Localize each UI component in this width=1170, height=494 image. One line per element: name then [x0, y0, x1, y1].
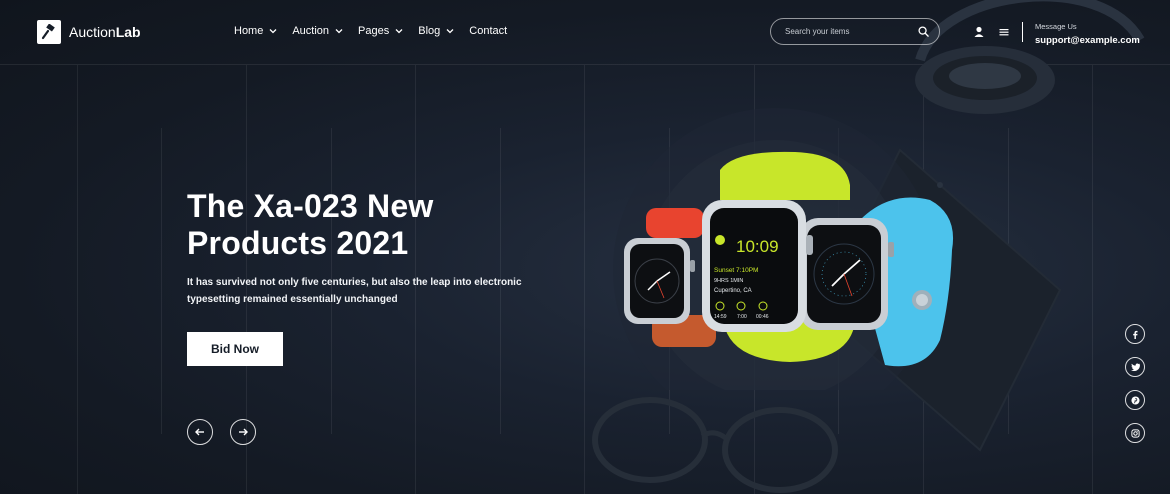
product-watches-image: 10:09 Sunset 7:10PM 9HRS 1MIN Cupertino,…: [613, 108, 954, 390]
watch-event: Sunset 7:10PM: [714, 267, 758, 274]
grid-line: [77, 65, 78, 494]
contact-block: Message Us support@example.com: [1035, 22, 1140, 46]
twitter-button[interactable]: [1125, 357, 1145, 377]
instagram-button[interactable]: [1125, 423, 1145, 443]
brand-logo[interactable]: AuctionLab: [37, 20, 141, 44]
nav-item-label: Pages: [358, 25, 390, 37]
arrow-right-icon: [239, 428, 248, 436]
hero-description: It has survived not only five centuries,…: [187, 277, 522, 305]
pinterest-icon: [1130, 395, 1140, 405]
chevron-down-icon: [395, 29, 403, 34]
pinterest-button[interactable]: [1125, 390, 1145, 410]
next-slide-button[interactable]: [230, 419, 256, 445]
main-nav: Home Auction Pages Blog Contact: [234, 25, 521, 37]
brand-name: AuctionLab: [69, 24, 141, 40]
prev-slide-button[interactable]: [187, 419, 213, 445]
gavel-icon: [37, 20, 61, 44]
contact-email[interactable]: support@example.com: [1035, 35, 1140, 46]
bid-now-button[interactable]: Bid Now: [187, 332, 283, 366]
nav-item-label: Auction: [292, 25, 330, 37]
chevron-down-icon: [269, 29, 277, 34]
header-divider: [1022, 22, 1023, 42]
menu-icon[interactable]: [998, 26, 1010, 38]
chevron-down-icon: [335, 29, 343, 34]
nav-item-blog[interactable]: Blog: [418, 25, 455, 37]
contact-label: Message Us: [1035, 22, 1077, 31]
instagram-icon: [1130, 428, 1140, 438]
watch-complication: 7:00: [737, 314, 747, 320]
arrow-left-icon: [195, 428, 204, 436]
watch-time: 10:09: [736, 237, 779, 256]
grid-line: [1092, 65, 1093, 494]
nav-item-home[interactable]: Home: [234, 25, 278, 37]
nav-item-label: Blog: [418, 25, 441, 37]
hero-title: The Xa-023 New Products 2021: [187, 188, 434, 261]
search-icon[interactable]: [918, 26, 929, 37]
nav-item-label: Home: [234, 25, 264, 37]
nav-item-label: Contact: [469, 25, 508, 37]
watch-complication: 14:59: [714, 314, 727, 320]
sunglasses-decor: [592, 397, 838, 493]
watch-complication: 00:46: [756, 314, 769, 320]
watch-location: Cupertino, CA: [714, 288, 752, 294]
nav-item-auction[interactable]: Auction: [292, 25, 344, 37]
nav-item-contact[interactable]: Contact: [469, 25, 507, 37]
search-input[interactable]: [783, 26, 918, 37]
hero-section: AuctionLab Home Auction Pages Blog Conta…: [0, 0, 1170, 494]
search-box: [770, 18, 940, 45]
chevron-down-icon: [446, 29, 454, 34]
user-icon[interactable]: [973, 26, 985, 38]
watch-duration: 9HRS 1MIN: [714, 278, 743, 284]
facebook-button[interactable]: [1125, 324, 1145, 344]
twitter-icon: [1130, 363, 1140, 371]
nav-item-pages[interactable]: Pages: [358, 25, 404, 37]
grid-line: [161, 128, 162, 434]
facebook-icon: [1133, 330, 1138, 339]
